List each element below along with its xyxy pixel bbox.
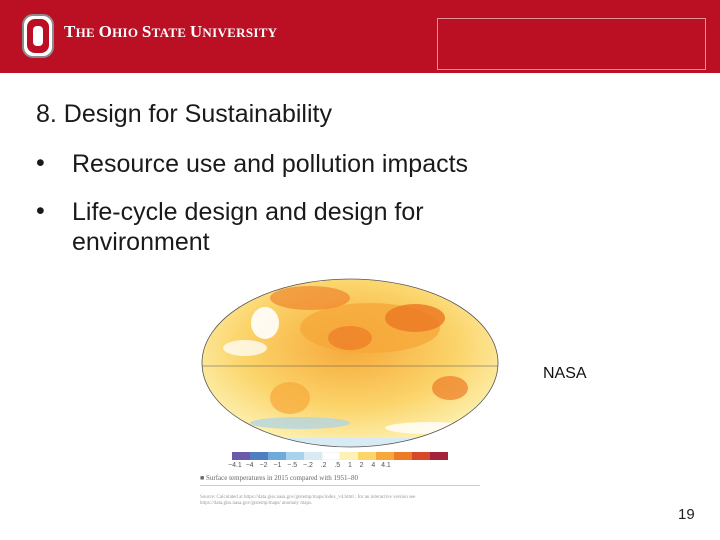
bullet-text: Life-cycle design and design for environ… <box>72 198 424 256</box>
page-number: 19 <box>678 506 695 523</box>
bullet-text: Resource use and pollution impacts <box>72 150 469 178</box>
caption-divider <box>200 485 480 486</box>
bullet-marker: • <box>36 197 45 225</box>
image-credit: NASA <box>543 365 587 382</box>
color-legend <box>232 452 448 460</box>
figure-caption: ■ Surface temperatures in 2015 compared … <box>200 474 485 488</box>
legend-ticks: −4.1 −4 −2 −1 −.5 −.2 .2 .5 1 2 4 4.1 <box>228 462 391 469</box>
slide-heading: 8. Design for Sustainability <box>36 100 332 128</box>
figure-source: Source: Calculated at https://data.giss.… <box>200 495 416 506</box>
temperature-map <box>200 278 500 448</box>
bullet-marker: • <box>36 149 45 177</box>
header-placeholder-box <box>437 18 706 70</box>
header-bar: THE OHIO STATE UNIVERSITY <box>0 0 720 73</box>
block-o-logo <box>22 14 54 58</box>
university-name: THE OHIO STATE UNIVERSITY <box>64 22 278 41</box>
